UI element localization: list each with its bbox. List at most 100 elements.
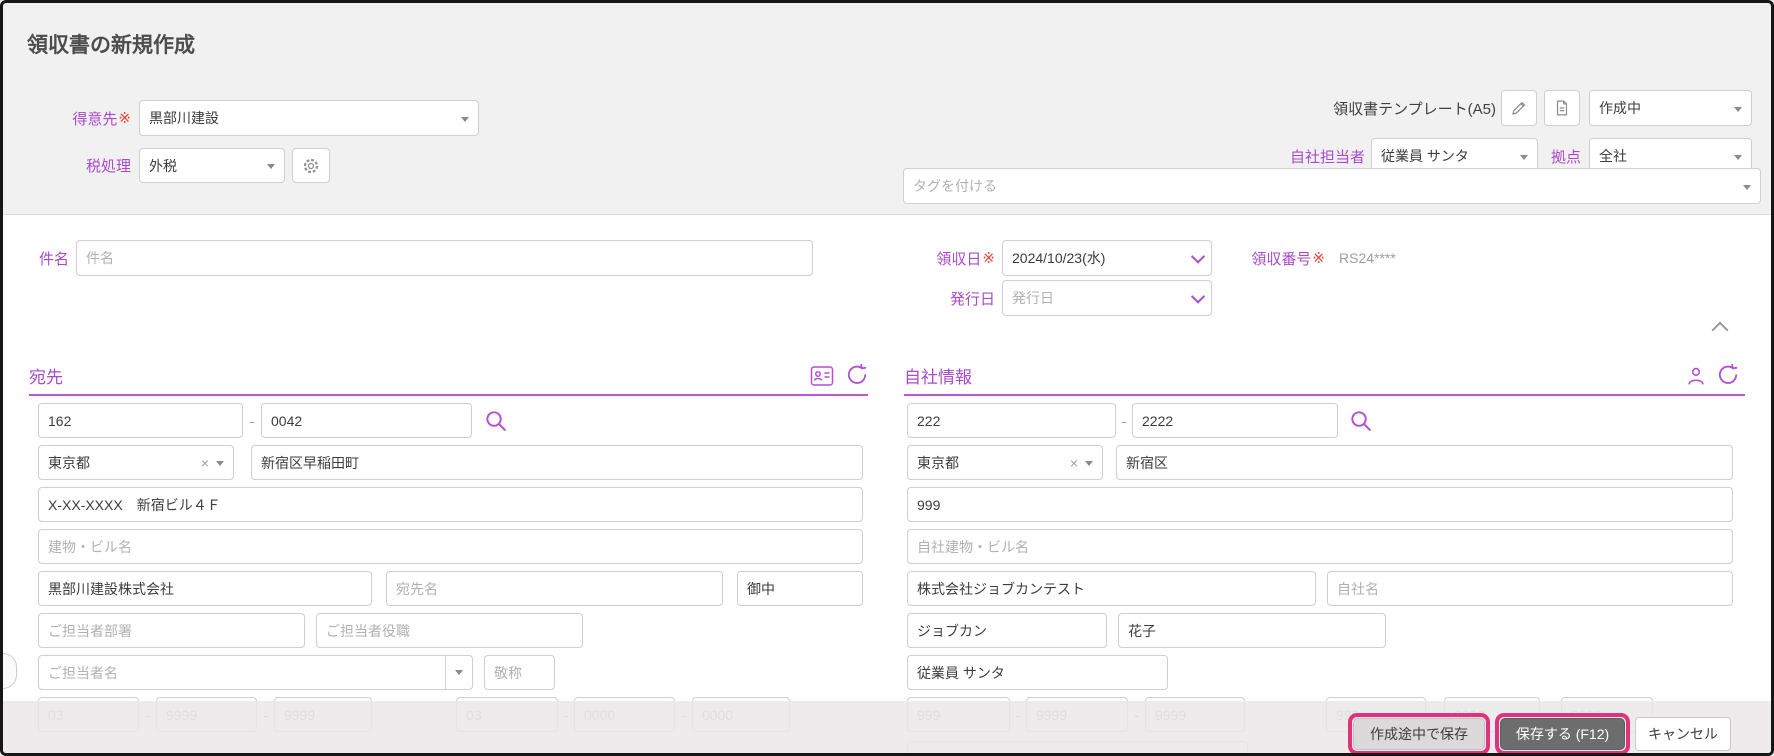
search-icon xyxy=(483,408,509,434)
staff-value: 従業員 サンタ xyxy=(1381,148,1469,164)
company-city-input[interactable]: 新宿区 xyxy=(1116,445,1733,480)
refresh-icon xyxy=(1716,363,1740,387)
issue-date-placeholder: 発行日 xyxy=(1012,290,1054,306)
company-postal2-input[interactable]: 2222 xyxy=(1132,403,1338,438)
company-postal2-value: 2222 xyxy=(1142,412,1174,429)
tax-label-text: 税処理 xyxy=(85,158,131,175)
required-mark: ※ xyxy=(118,110,131,127)
recipient-city-value: 新宿区早稲田町 xyxy=(261,454,359,471)
required-mark: ※ xyxy=(1312,250,1325,267)
clear-icon[interactable]: × xyxy=(201,456,209,470)
receipt-date-value: 2024/10/23(水) xyxy=(1012,250,1106,266)
receipt-no-value: RS24**** xyxy=(1339,250,1396,266)
recipient-honorific-value: 御中 xyxy=(747,580,775,597)
recipient-company-input[interactable]: 黒部川建設株式会社 xyxy=(38,571,372,606)
customer-select[interactable]: 黒部川建設 xyxy=(139,100,479,136)
customer-label-text: 得意先 xyxy=(72,110,118,128)
company-building-placeholder: 自社建物・ビル名 xyxy=(917,538,1029,555)
cancel-button[interactable]: キャンセル xyxy=(1635,717,1731,751)
person-icon xyxy=(1685,365,1707,387)
company-name-input[interactable]: 株式会社ジョブカンテスト xyxy=(907,571,1316,606)
collapse-section-button[interactable] xyxy=(1703,318,1737,342)
recipient-addressbook-button[interactable] xyxy=(810,365,834,387)
gear-icon xyxy=(301,156,321,176)
company-name2-placeholder: 自社名 xyxy=(1337,580,1379,597)
company-staff-input[interactable]: 従業員 サンタ xyxy=(907,655,1168,690)
recipient-postal2-input[interactable]: 0042 xyxy=(261,403,472,438)
company-building-input[interactable]: 自社建物・ビル名 xyxy=(907,529,1733,564)
tag-input[interactable]: タグを付ける xyxy=(903,168,1761,204)
template-preview-button[interactable] xyxy=(1544,90,1580,126)
receipt-date-label: 領収日 ※ xyxy=(879,240,995,276)
chevron-down-icon xyxy=(267,164,275,173)
save-draft-button[interactable]: 作成途中で保存 xyxy=(1353,718,1485,750)
recipient-company-value: 黒部川建設株式会社 xyxy=(48,580,174,597)
receipt-create-window: 領収書の新規作成 得意先 ※ 黒部川建設 税処理 外税 領収書テンプレート(A5)… xyxy=(0,0,1774,756)
chevron-down-icon xyxy=(1734,106,1742,116)
recipient-postal-search-button[interactable] xyxy=(483,408,509,434)
branch-value: 全社 xyxy=(1599,148,1627,164)
recipient-postal1-value: 162 xyxy=(48,412,72,429)
recipient-city-input[interactable]: 新宿区早稲田町 xyxy=(251,445,863,480)
recipient-building-input[interactable]: 建物・ビル名 xyxy=(38,529,863,564)
recipient-contact-dept-input[interactable]: ご担当者部署 xyxy=(38,613,305,648)
company-address2-value: 999 xyxy=(917,496,941,513)
company-address2-input[interactable]: 999 xyxy=(907,487,1733,522)
chevron-down-icon xyxy=(1734,154,1742,164)
recipient-address2-value: X-XX-XXXX 新宿ビル４Ｆ xyxy=(48,496,221,513)
recipient-postal2-value: 0042 xyxy=(271,412,303,429)
company-postal-search-button[interactable] xyxy=(1348,408,1374,434)
issue-date-picker-button[interactable] xyxy=(1185,280,1212,316)
subject-label: 件名 xyxy=(38,250,69,268)
receipt-date-label-text: 領収日 xyxy=(936,250,982,268)
address-book-icon xyxy=(810,365,834,387)
recipient-contact-title-placeholder: ご担当者役職 xyxy=(326,622,410,639)
issue-date-input[interactable]: 発行日 xyxy=(1002,280,1186,316)
subject-input[interactable]: 件名 xyxy=(76,240,813,276)
recipient-postal1-input[interactable]: 162 xyxy=(38,403,243,438)
chevron-down-icon xyxy=(216,461,224,470)
receipt-no-label: 領収番号 ※ xyxy=(1218,240,1325,276)
chevron-down-icon xyxy=(455,669,463,679)
clear-icon[interactable]: × xyxy=(1070,456,1078,470)
status-select[interactable]: 作成中 xyxy=(1589,90,1752,126)
save-draft-highlight-ring: 作成途中で保存 xyxy=(1348,713,1490,753)
refresh-icon xyxy=(845,363,869,387)
recipient-contact-title-input[interactable]: ご担当者役職 xyxy=(316,613,583,648)
tax-value: 外税 xyxy=(149,157,177,174)
company-name2-input[interactable]: 自社名 xyxy=(1327,571,1733,606)
edit-template-button[interactable] xyxy=(1501,90,1537,126)
issue-date-label: 発行日 xyxy=(949,290,995,308)
chevron-down-icon xyxy=(1743,184,1751,194)
save-button[interactable]: 保存する (F12) xyxy=(1500,718,1625,750)
company-person-button[interactable] xyxy=(1685,365,1707,387)
company-person-firstname-input[interactable]: 花子 xyxy=(1118,613,1386,648)
document-icon xyxy=(1553,99,1571,117)
recipient-refresh-button[interactable] xyxy=(844,363,870,387)
gear-button[interactable] xyxy=(292,148,330,183)
recipient-honorific-input[interactable]: 御中 xyxy=(737,571,863,606)
recipient-address2-input[interactable]: X-XX-XXXX 新宿ビル４Ｆ xyxy=(38,487,863,522)
company-section-title: 自社情報 xyxy=(904,368,972,387)
company-prefecture-select[interactable]: 東京都 × xyxy=(907,445,1103,480)
recipient-prefecture-select[interactable]: 東京都 × xyxy=(38,445,234,480)
chevron-down-icon xyxy=(1190,289,1206,304)
recipient-name-input[interactable]: 宛先名 xyxy=(386,571,723,606)
company-person-lastname-input[interactable]: ジョブカン xyxy=(907,613,1107,648)
separator: - xyxy=(249,412,255,429)
separator: - xyxy=(1121,412,1127,429)
pencil-icon xyxy=(1510,99,1528,117)
recipient-section-title: 宛先 xyxy=(29,368,63,387)
receipt-date-input[interactable]: 2024/10/23(水) xyxy=(1002,240,1186,276)
company-refresh-button[interactable] xyxy=(1715,363,1741,387)
tag-placeholder: タグを付ける xyxy=(913,178,997,194)
recipient-honorific2-input[interactable]: 敬称 xyxy=(484,655,555,690)
company-postal1-input[interactable]: 222 xyxy=(907,403,1116,438)
recipient-name-placeholder: 宛先名 xyxy=(396,580,438,597)
tax-select[interactable]: 外税 xyxy=(139,148,285,183)
receipt-date-picker-button[interactable] xyxy=(1185,240,1212,276)
recipient-contact-name-select[interactable]: ご担当者名 xyxy=(38,655,473,690)
chevron-up-icon xyxy=(1711,321,1729,339)
chevron-down-icon xyxy=(1190,249,1206,264)
chevron-down-icon xyxy=(1085,461,1093,470)
